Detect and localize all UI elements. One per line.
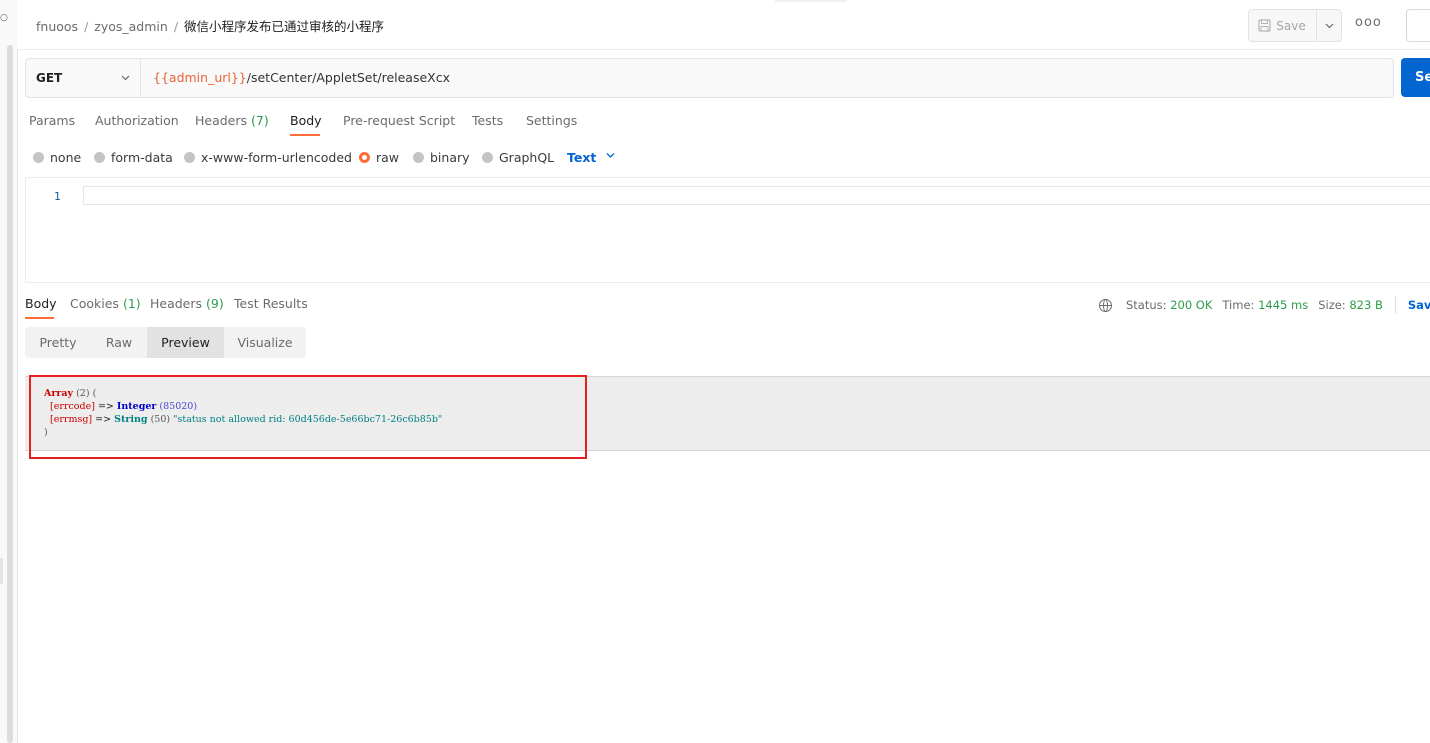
body-type-binary[interactable]: binary — [413, 150, 470, 165]
sidebar-dot-icon: ○ — [0, 13, 8, 23]
response-tab-headers[interactable]: Headers (9) — [150, 296, 224, 311]
tab-label: Headers — [150, 296, 203, 311]
body-type-raw[interactable]: raw — [359, 150, 399, 165]
save-options-button[interactable] — [1316, 10, 1341, 41]
view-mode-selector: Pretty Raw Preview Visualize — [25, 327, 306, 358]
tab-label: Headers — [195, 113, 248, 128]
raw-format-label: Text — [567, 150, 597, 165]
tab-label: Pre-request Script — [343, 113, 456, 128]
breadcrumb-request-name[interactable]: 微信小程序发布已通过审核的小程序 — [184, 19, 384, 34]
radio-icon — [33, 152, 44, 163]
request-header: fnuoos / zyos_admin / 微信小程序发布已通过审核的小程序 — [17, 0, 1430, 50]
sidebar-resize-handle[interactable] — [0, 558, 3, 584]
tab-label: Cookies — [70, 296, 119, 311]
size-value: 823 B — [1349, 298, 1383, 312]
tab-pre-request-script[interactable]: Pre-request Script — [343, 113, 455, 128]
radio-label: raw — [376, 150, 400, 165]
radio-selected-icon — [359, 152, 370, 163]
time-label: Time: — [1222, 298, 1255, 312]
radio-label: GraphQL — [499, 150, 555, 165]
save-response-button[interactable]: Save R — [1408, 298, 1430, 312]
view-pretty[interactable]: Pretty — [25, 327, 91, 358]
radio-icon — [184, 152, 195, 163]
tab-count: (7) — [251, 113, 269, 128]
breadcrumb-collection[interactable]: zyos_admin — [94, 19, 168, 34]
url-variable: {{admin_url}} — [153, 70, 247, 85]
tab-settings[interactable]: Settings — [526, 113, 577, 128]
tab-indicator — [775, 0, 847, 2]
radio-icon — [482, 152, 493, 163]
side-panel-toggle[interactable] — [1406, 9, 1430, 42]
divider — [1394, 296, 1396, 314]
status-value: 200 OK — [1170, 298, 1213, 312]
method-select[interactable]: GET — [26, 59, 141, 97]
status-info[interactable]: Status: 200 OK — [1126, 298, 1212, 312]
tab-body[interactable]: Body — [290, 113, 322, 128]
method-label: GET — [36, 71, 63, 85]
radio-label: form-data — [111, 150, 173, 165]
url-input[interactable]: {{admin_url}}/setCenter/AppletSet/releas… — [153, 70, 450, 85]
response-meta: Status: 200 OK Time: 1445 ms Size: 823 B… — [1099, 296, 1430, 314]
tab-params[interactable]: Params — [29, 113, 75, 128]
tab-count: (1) — [122, 296, 141, 311]
time-value: 1445 ms — [1258, 298, 1309, 312]
status-label: Status: — [1126, 298, 1167, 312]
body-type-graphql[interactable]: GraphQL — [482, 150, 554, 165]
response-tab-test-results[interactable]: Test Results — [234, 296, 308, 311]
chevron-down-icon — [121, 75, 130, 81]
tab-label: Test Results — [234, 296, 308, 311]
request-body-editor[interactable]: 1 — [25, 177, 1430, 283]
tab-authorization[interactable]: Authorization — [95, 113, 179, 128]
line-number: 1 — [54, 190, 61, 203]
save-label: Save — [1276, 18, 1306, 33]
save-button-group: Save — [1248, 9, 1342, 42]
radio-icon — [94, 152, 105, 163]
save-button[interactable]: Save — [1249, 10, 1315, 41]
breadcrumb: fnuoos / zyos_admin / 微信小程序发布已通过审核的小程序 — [36, 16, 384, 35]
globe-icon[interactable] — [1099, 298, 1112, 312]
url-path: /setCenter/AppletSet/releaseXcx — [246, 70, 451, 85]
tab-label: Tests — [472, 113, 504, 128]
editor-current-line[interactable] — [83, 186, 1430, 205]
body-type-urlencoded[interactable]: x-www-form-urlencoded — [184, 150, 352, 165]
tab-label: Body — [25, 296, 57, 311]
breadcrumb-separator: / — [84, 19, 89, 34]
send-button[interactable]: Se — [1401, 58, 1430, 97]
radio-label: x-www-form-urlencoded — [201, 150, 352, 165]
tab-tests[interactable]: Tests — [472, 113, 503, 128]
tab-label: Settings — [526, 113, 578, 128]
size-info[interactable]: Size: 823 B — [1318, 298, 1383, 312]
time-info[interactable]: Time: 1445 ms — [1222, 298, 1308, 312]
body-type-form-data[interactable]: form-data — [94, 150, 173, 165]
radio-label: binary — [430, 150, 470, 165]
response-tab-cookies[interactable]: Cookies (1) — [70, 296, 141, 311]
tab-count: (9) — [206, 296, 224, 311]
breadcrumb-separator: / — [173, 19, 179, 34]
view-raw[interactable]: Raw — [91, 327, 147, 358]
tab-label: Body — [290, 113, 322, 128]
response-tab-body[interactable]: Body — [25, 296, 57, 311]
radio-icon — [413, 152, 424, 163]
annotation-highlight-box — [29, 375, 587, 459]
more-actions-button[interactable]: ooo — [1355, 15, 1382, 30]
active-tab-underline — [25, 317, 54, 319]
tab-label: Params — [29, 113, 76, 128]
tab-label: Authorization — [95, 113, 179, 128]
chevron-down-icon — [606, 153, 615, 158]
active-tab-underline — [290, 134, 320, 136]
size-label: Size: — [1318, 298, 1346, 312]
chevron-down-icon — [1325, 23, 1333, 28]
view-visualize[interactable]: Visualize — [224, 327, 306, 358]
view-preview[interactable]: Preview — [147, 327, 224, 358]
save-icon — [1258, 19, 1271, 32]
url-bar: GET {{admin_url}}/setCenter/AppletSet/re… — [25, 58, 1394, 98]
raw-format-select[interactable]: Text — [567, 150, 615, 165]
tab-headers[interactable]: Headers (7) — [195, 113, 269, 128]
sidebar-scrollbar[interactable] — [7, 45, 13, 743]
sidebar-strip: ○ — [0, 0, 18, 743]
radio-label: none — [50, 150, 82, 165]
breadcrumb-workspace[interactable]: fnuoos — [36, 19, 78, 34]
body-type-none[interactable]: none — [33, 150, 81, 165]
